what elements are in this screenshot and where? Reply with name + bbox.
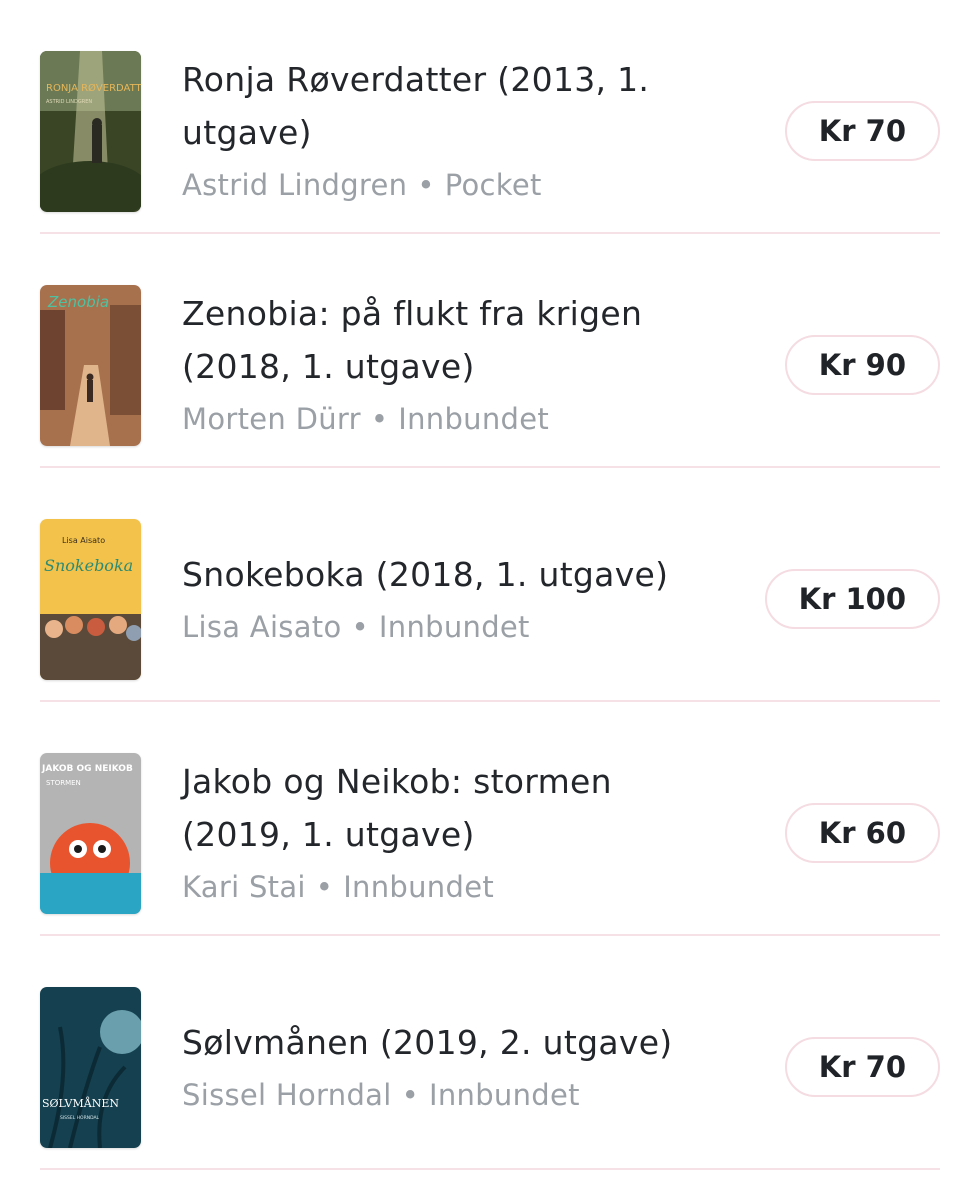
book-info: Snokeboka (2018, 1. utgave) Lisa Aisato •… (182, 548, 742, 647)
book-info: Ronja Røverdatter (2013, 1. utgave) Astr… (182, 53, 742, 205)
book-format: Innbundet (378, 610, 530, 644)
price-button[interactable]: Kr 90 (784, 335, 940, 395)
book-format: Innbundet (429, 1078, 580, 1112)
list-item[interactable]: SØLVMÅNEN SISSEL HORNDAL Sølvmånen (2019… (40, 936, 940, 1170)
book-title-line: utgave) (182, 113, 312, 152)
price-button[interactable]: Kr 100 (764, 569, 940, 629)
book-cover[interactable]: JAKOB OG NEIKOB STORMEN (40, 753, 141, 914)
book-title-line: Zenobia: på flukt fra krigen (182, 294, 643, 333)
cover-subtitle: STORMEN (46, 779, 81, 787)
price-button[interactable]: Kr 70 (784, 1037, 940, 1097)
book-cover[interactable]: Lisa Aisato Snokeboka (40, 519, 141, 680)
book-title-line: Jakob og Neikob: stormen (182, 762, 612, 801)
book-author: Kari Stai (182, 870, 306, 904)
book-meta: Astrid Lindgren • Pocket (182, 165, 742, 205)
book-title[interactable]: Ronja Røverdatter (2013, 1. utgave) (182, 53, 742, 159)
meta-separator: • (315, 870, 334, 904)
book-meta: Sissel Horndal • Innbundet (182, 1075, 742, 1115)
cover-author: Lisa Aisato (62, 536, 105, 545)
book-author: Morten Dürr (182, 402, 361, 436)
book-meta: Kari Stai • Innbundet (182, 867, 742, 907)
book-title-line: Ronja Røverdatter (2013, 1. (182, 60, 650, 99)
book-info: Zenobia: på flukt fra krigen (2018, 1. u… (182, 287, 742, 439)
cover-title: SØLVMÅNEN (42, 1096, 119, 1110)
book-title[interactable]: Jakob og Neikob: stormen (2019, 1. utgav… (182, 755, 742, 861)
cover-title: JAKOB OG NEIKOB (41, 764, 133, 774)
book-cover[interactable]: SØLVMÅNEN SISSEL HORNDAL (40, 987, 141, 1148)
cover-author: ASTRID LINDGREN (46, 99, 92, 105)
book-title-line: Sølvmånen (2019, 2. utgave) (182, 1023, 673, 1062)
price-button[interactable]: Kr 70 (784, 101, 940, 161)
cover-title: RONJA RØVERDATTER (46, 82, 141, 94)
price-button[interactable]: Kr 60 (784, 803, 940, 863)
book-title[interactable]: Snokeboka (2018, 1. utgave) (182, 548, 742, 601)
cover-title: Snokeboka (44, 556, 133, 575)
book-cover[interactable]: RONJA RØVERDATTER ASTRID LINDGREN (40, 51, 141, 212)
meta-separator: • (401, 1078, 419, 1112)
book-title[interactable]: Sølvmånen (2019, 2. utgave) (182, 1016, 742, 1069)
book-title-line: (2019, 1. utgave) (182, 815, 475, 854)
book-meta: Lisa Aisato • Innbundet (182, 607, 742, 647)
book-cover-image: Zenobia (40, 285, 141, 446)
list-item[interactable]: JAKOB OG NEIKOB STORMEN Jakob og Neikob:… (40, 702, 940, 936)
book-format: Pocket (444, 168, 542, 202)
meta-separator: • (370, 402, 389, 436)
book-cover[interactable]: Zenobia (40, 285, 141, 446)
book-title-line: Snokeboka (2018, 1. utgave) (182, 555, 669, 594)
book-author: Lisa Aisato (182, 610, 342, 644)
list-item[interactable]: Zenobia Zenobia: på flukt fra krigen (20… (40, 234, 940, 468)
meta-separator: • (351, 610, 369, 644)
book-list: RONJA RØVERDATTER ASTRID LINDGREN Ronja … (40, 0, 940, 1170)
book-cover-image: RONJA RØVERDATTER ASTRID LINDGREN (40, 51, 141, 212)
book-title[interactable]: Zenobia: på flukt fra krigen (2018, 1. u… (182, 287, 742, 393)
list-item[interactable]: RONJA RØVERDATTER ASTRID LINDGREN Ronja … (40, 0, 940, 234)
book-format: Innbundet (398, 402, 550, 436)
book-cover-image: SØLVMÅNEN SISSEL HORNDAL (40, 987, 141, 1148)
book-info: Sølvmånen (2019, 2. utgave) Sissel Hornd… (182, 937, 742, 1115)
cover-author: SISSEL HORNDAL (60, 1115, 100, 1121)
book-title-line: (2018, 1. utgave) (182, 347, 475, 386)
book-format: Innbundet (343, 870, 495, 904)
book-author: Sissel Horndal (182, 1078, 392, 1112)
book-meta: Morten Dürr • Innbundet (182, 399, 742, 439)
list-item[interactable]: Lisa Aisato Snokeboka Snokeboka (2018, 1… (40, 468, 940, 702)
cover-title: Zenobia (47, 293, 109, 311)
meta-separator: • (417, 168, 435, 202)
book-info: Jakob og Neikob: stormen (2019, 1. utgav… (182, 755, 742, 907)
book-cover-image: Lisa Aisato Snokeboka (40, 519, 141, 680)
book-author: Astrid Lindgren (182, 168, 408, 202)
book-cover-image: JAKOB OG NEIKOB STORMEN (40, 753, 141, 914)
